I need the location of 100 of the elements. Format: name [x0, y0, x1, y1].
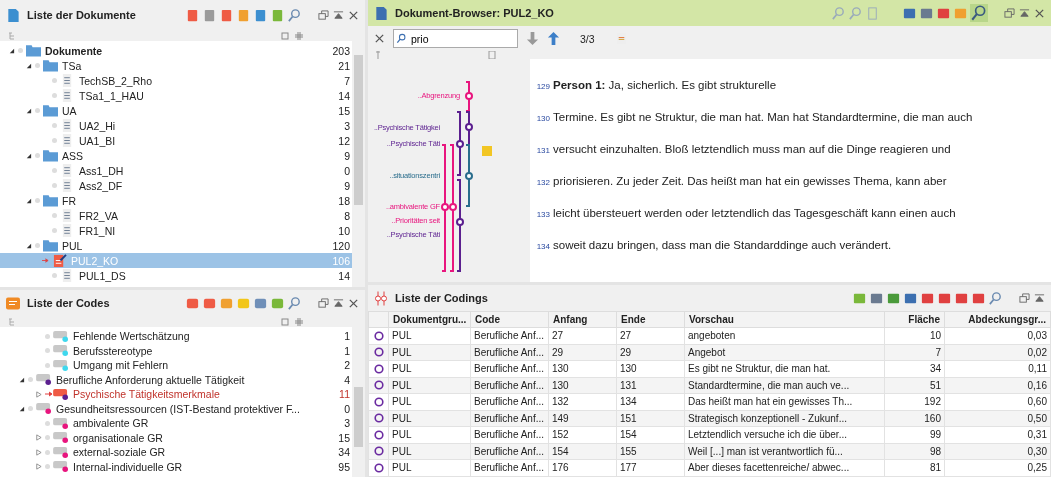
scrollbar-thumb[interactable] — [354, 55, 363, 205]
collapse-icon[interactable] — [333, 9, 344, 21]
code-tree-item[interactable]: organisationale GR 15 — [0, 430, 352, 445]
code-tree-item[interactable]: Berufsstereotype 1 — [0, 343, 352, 358]
collapsed-icon[interactable] — [34, 448, 42, 456]
document-tree-item[interactable]: Ass2_DF 9 — [0, 178, 352, 193]
table-cell: PUL — [388, 360, 471, 377]
scrollbar[interactable] — [352, 327, 365, 477]
expanded-icon[interactable] — [24, 107, 32, 114]
collapsed-icon[interactable] — [34, 390, 42, 398]
code-tree-item[interactable]: Gesundheitsressourcen (IST-Bestand protektiver F... 0 — [0, 401, 352, 416]
paragraph-text: Person 1: Ja, sicherlich. Es gibt strukturelle — [553, 79, 777, 91]
document-tree-item[interactable]: PUL1_DS 14 — [0, 268, 352, 283]
collapse-icon[interactable] — [1019, 7, 1030, 19]
search-icon[interactable] — [970, 4, 988, 22]
document-tree-item[interactable]: FR 18 — [0, 193, 352, 208]
restore-icon[interactable] — [318, 9, 329, 21]
document-tree-item[interactable]: TSa1_1_HAU 14 — [0, 88, 352, 103]
code-tree-item[interactable]: Umgang mit Fehlern 2 — [0, 358, 352, 373]
scrollbar-thumb[interactable] — [354, 387, 363, 447]
scrollbar[interactable] — [352, 41, 365, 287]
expanded-icon[interactable] — [24, 197, 32, 204]
document-name: PUL1_DS — [79, 269, 127, 282]
dot-icon — [52, 138, 57, 143]
collapsed-icon[interactable] — [34, 463, 42, 471]
document-tree-item[interactable]: UA 15 — [0, 103, 352, 118]
circle-icon — [373, 330, 384, 341]
paragraph-number: 132 — [535, 178, 550, 187]
restore-icon[interactable] — [318, 297, 329, 309]
dot-icon — [28, 377, 33, 383]
collapse-icon[interactable] — [1034, 292, 1045, 304]
coding-count: 9 — [343, 179, 351, 192]
column-header[interactable]: Anfang — [548, 311, 617, 328]
document-tree-item[interactable]: UA2_Hi 3 — [0, 118, 352, 133]
column-header[interactable]: Ende — [616, 311, 685, 328]
code-tree-item[interactable]: Internal-individuelle GR 95 — [0, 459, 352, 474]
table-cell: PUL — [388, 344, 471, 361]
code-tag-icon — [53, 344, 70, 358]
arrow-down-icon[interactable] — [526, 31, 539, 46]
document-tree-item[interactable]: TSa 21 — [0, 58, 352, 73]
collapsed-icon[interactable] — [34, 434, 42, 442]
search-icon[interactable] — [287, 7, 302, 23]
search-field[interactable]: prio — [393, 29, 518, 48]
document-tree-item[interactable]: PUL 120 — [0, 238, 352, 253]
arrow-icon — [41, 257, 49, 264]
coding-stripe[interactable] — [441, 144, 449, 272]
expanded-icon[interactable] — [7, 47, 15, 54]
dot-icon — [35, 153, 40, 158]
code-name: Fehlende Wertschätzung — [73, 330, 191, 343]
table-cell: Berufliche Anf... — [470, 360, 549, 377]
collapse-icon[interactable] — [333, 297, 344, 309]
expanded-icon[interactable] — [24, 152, 32, 159]
dot-icon — [45, 420, 50, 426]
panel-title: Liste der Codes — [27, 297, 110, 309]
code-tree-item[interactable]: Psychische Tätigkeitsmerkmale 11 — [0, 387, 352, 402]
expanded-icon[interactable] — [17, 405, 25, 413]
dot-icon — [45, 348, 50, 354]
document-tree-item[interactable]: TechSB_2_Rho 7 — [0, 73, 352, 88]
table-cell: 154 — [548, 443, 617, 460]
search-icon[interactable] — [287, 295, 302, 311]
column-header[interactable]: Abdeckungsgr... — [944, 311, 1051, 328]
dot-icon — [18, 48, 23, 53]
column-header[interactable]: Fläche — [884, 311, 945, 328]
code-tree-item[interactable]: Fehlende Wertschätzung 1 — [0, 329, 352, 344]
document-tree-item[interactable]: Ass1_DH 0 — [0, 163, 352, 178]
code-tree-item[interactable]: Berufliche Anforderung aktuelle Tätigkeit 4 — [0, 372, 352, 387]
close-icon[interactable] — [1034, 7, 1045, 19]
circle-icon — [373, 429, 384, 440]
coding-stripe[interactable] — [456, 179, 464, 272]
coding-stripe[interactable] — [456, 111, 464, 176]
code-tag-icon — [36, 402, 53, 416]
column-header[interactable]: Code — [470, 311, 549, 328]
table-cell: 134 — [616, 393, 685, 410]
code-tree-item[interactable]: external-soziale GR 34 — [0, 445, 352, 460]
coding-stripe[interactable] — [449, 144, 457, 272]
code-tag-icon — [36, 373, 53, 387]
code-tree-item[interactable]: ambivalente GR 3 — [0, 416, 352, 431]
coding-stripe[interactable] — [465, 81, 473, 112]
expanded-icon[interactable] — [17, 376, 25, 384]
close-icon[interactable] — [348, 297, 359, 309]
document-tree-item[interactable]: Dokumente 203 — [0, 43, 352, 58]
document-tree-item[interactable]: FR1_NI 10 — [0, 223, 352, 238]
coding-stripe[interactable] — [465, 144, 473, 207]
coding-count: 15 — [337, 431, 351, 444]
expanded-icon[interactable] — [24, 62, 32, 69]
document-tree-item[interactable]: UA1_BI 12 — [0, 133, 352, 148]
arrow-up-icon[interactable] — [547, 31, 560, 46]
column-header[interactable]: Vorschau — [684, 311, 885, 328]
document-tree-item[interactable]: FR2_VA 8 — [0, 208, 352, 223]
document-tree-item[interactable]: ASS 9 — [0, 148, 352, 163]
search-icon[interactable] — [988, 290, 1003, 306]
close-icon[interactable] — [374, 33, 385, 44]
restore-icon[interactable] — [1004, 7, 1015, 19]
column-header[interactable]: Dokumentgru... — [388, 311, 471, 328]
coding-count: 203 — [331, 44, 351, 57]
expanded-icon[interactable] — [24, 242, 32, 249]
code-tag-icon — [53, 329, 70, 343]
table-cell: 0,31 — [944, 426, 1051, 443]
close-icon[interactable] — [348, 9, 359, 21]
restore-icon[interactable] — [1019, 292, 1030, 304]
